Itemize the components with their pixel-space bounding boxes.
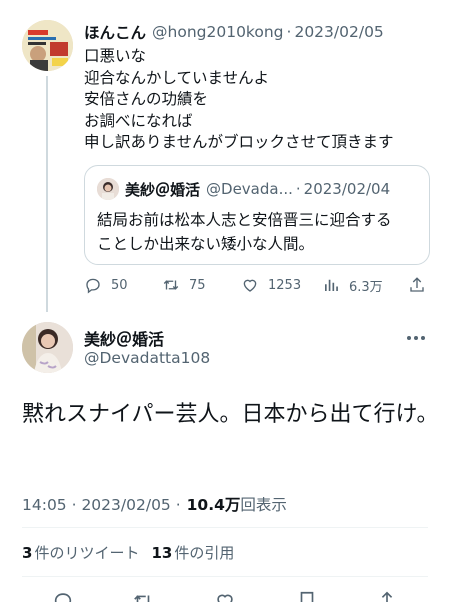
profile-photo xyxy=(22,322,73,373)
reply-count: 50 xyxy=(111,277,128,293)
book-cover-avatar-icon xyxy=(22,20,73,71)
retweet-count: 75 xyxy=(189,277,206,293)
quotes-link[interactable]: 13 件の引用 xyxy=(151,542,234,563)
like-button[interactable]: 1253 xyxy=(241,274,301,296)
text-line: お調べになれば xyxy=(84,111,193,130)
tweet-date[interactable]: 2023/02/05 xyxy=(294,23,383,41)
divider xyxy=(22,576,428,577)
separator-dot: · xyxy=(295,180,301,198)
views-button[interactable]: 6.3万 xyxy=(322,274,383,296)
text-line: 安倍さんの功績を xyxy=(84,90,209,108)
avatar[interactable] xyxy=(22,322,73,373)
tweet-date: 2023/02/04 xyxy=(303,180,391,198)
heart-icon xyxy=(243,279,257,292)
text-line: ことしか出来ない矮小な人間。 xyxy=(97,235,315,253)
views-count: 10.4万 xyxy=(186,496,241,514)
retweet-icon xyxy=(163,280,179,290)
reply-icon xyxy=(86,278,100,294)
tweet-timestamp[interactable]: 14:05 · 2023/02/05 · xyxy=(22,496,181,514)
analytics-icon xyxy=(325,279,338,291)
reply-icon[interactable] xyxy=(52,590,74,602)
tweet-meta: 14:05 · 2023/02/05 · 10.4万 回表示 xyxy=(22,493,287,515)
display-name[interactable]: 美紗＠婚活 xyxy=(84,326,164,350)
text-line: 結局お前は松本人志と安倍晋三に迎合する xyxy=(97,211,392,229)
thread-line xyxy=(46,76,48,312)
retweet-button[interactable]: 75 xyxy=(162,274,206,296)
text-line: 口悪いな xyxy=(84,47,147,65)
separator-dot: · xyxy=(286,23,292,41)
more-options-icon[interactable] xyxy=(404,330,428,346)
text-line: 迎合なんかしていませんよ xyxy=(84,68,270,87)
user-handle: @Devada... xyxy=(206,180,293,198)
bookmark-icon[interactable] xyxy=(296,590,318,602)
reply-tweet[interactable]: ほんこん @hong2010kong · 2023/02/05 口悪いな 迎合な… xyxy=(0,0,450,312)
share-button[interactable] xyxy=(408,274,435,296)
quoted-tweet-header: 美紗＠婚活 @Devada... · 2023/02/04 xyxy=(97,178,419,200)
avatar[interactable] xyxy=(22,20,73,71)
share-icon xyxy=(410,277,424,292)
views-count: 6.3万 xyxy=(349,279,383,295)
display-name: 美紗＠婚活 xyxy=(125,180,201,199)
share-icon[interactable] xyxy=(376,590,398,602)
tweet-text: 黙れスナイパー芸人。日本から出て行け。 xyxy=(22,402,439,427)
retweet-count: 3 xyxy=(22,544,33,562)
retweet-icon[interactable] xyxy=(132,590,154,602)
divider xyxy=(22,527,428,528)
reply-button[interactable]: 50 xyxy=(84,274,128,296)
text-line: 申し訳ありませんがブロックさせて頂きます xyxy=(84,133,394,151)
like-count: 1253 xyxy=(268,277,302,293)
tweet-stats: 3 件のリツイート 13 件の引用 xyxy=(22,542,234,563)
quoted-tweet[interactable]: 美紗＠婚活 @Devada... · 2023/02/04 結局お前は松本人志と… xyxy=(84,165,430,265)
quoted-tweet-text: 結局お前は松本人志と安倍晋三に迎合する ことしか出来ない矮小な人間。 xyxy=(97,208,419,256)
reply-tweet-header: ほんこん @hong2010kong · 2023/02/05 xyxy=(84,20,436,44)
views-label: 回表示 xyxy=(240,496,287,514)
main-tweet-actions xyxy=(0,588,450,602)
avatar xyxy=(97,178,119,200)
quote-label: 件の引用 xyxy=(174,544,235,562)
heart-icon[interactable] xyxy=(214,590,236,602)
user-handle[interactable]: @Devadatta108 xyxy=(84,349,210,367)
reply-tweet-text: 口悪いな 迎合なんかしていませんよ 安倍さんの功績を お調べになれば 申し訳あり… xyxy=(84,46,436,154)
display-name[interactable]: ほんこん xyxy=(84,21,146,43)
user-handle[interactable]: @hong2010kong xyxy=(152,23,284,41)
reply-tweet-actions: 50 75 1253 6.3万 xyxy=(84,274,430,296)
retweet-label: 件のリツイート xyxy=(34,544,140,562)
retweets-link[interactable]: 3 件のリツイート xyxy=(22,542,139,563)
quote-count: 13 xyxy=(151,544,173,562)
